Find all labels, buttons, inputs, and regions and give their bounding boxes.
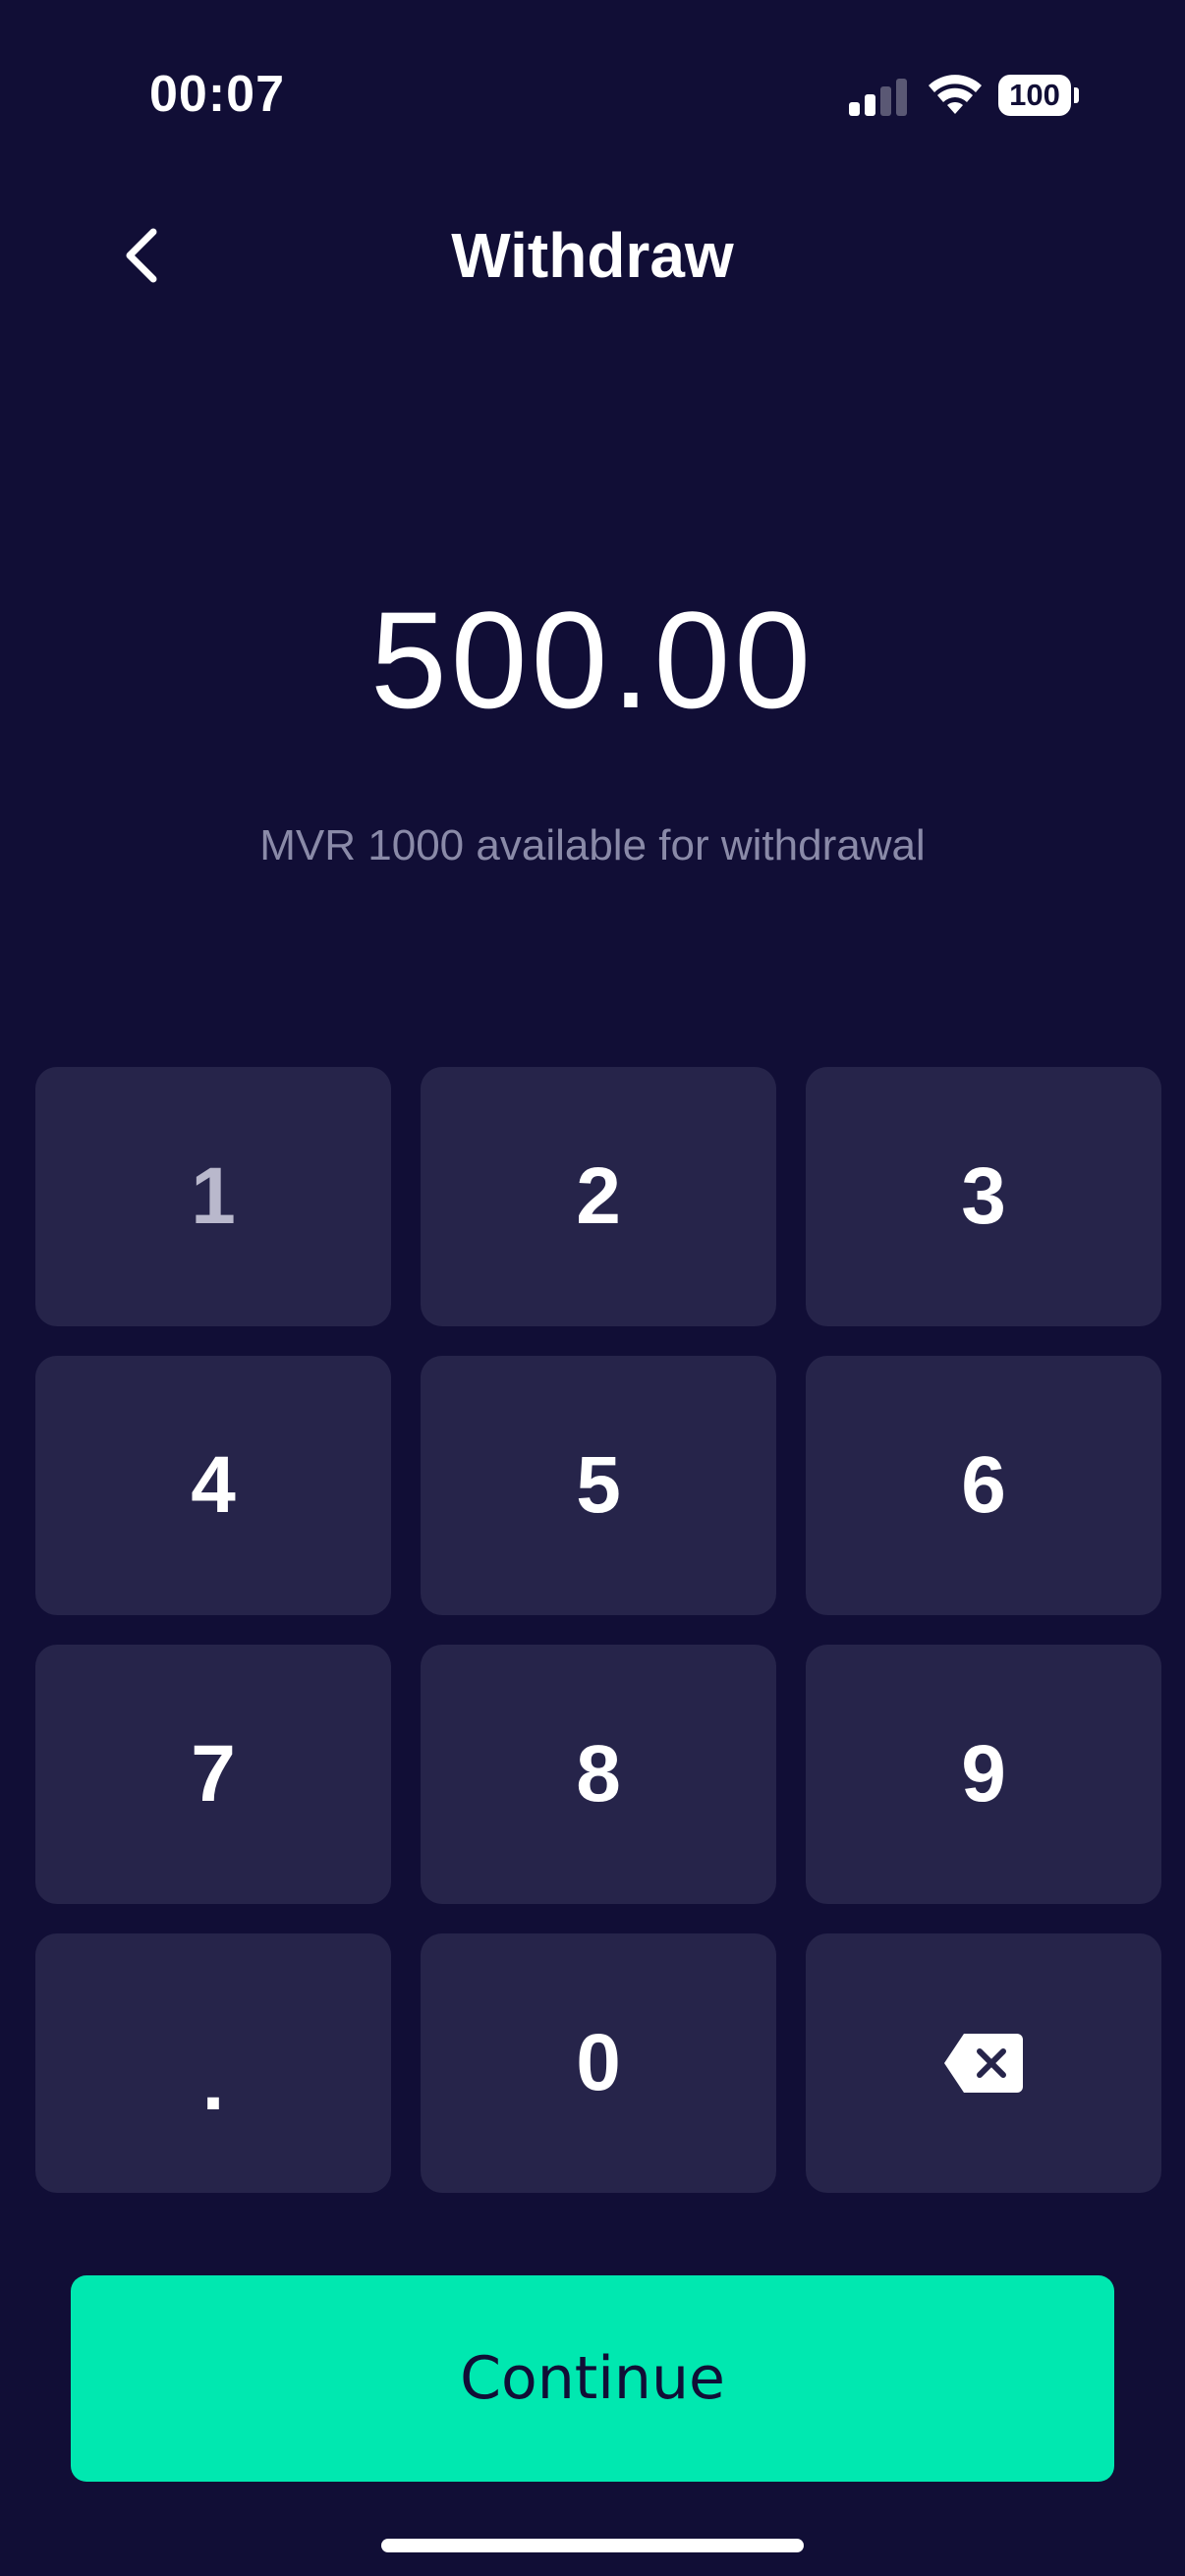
key-6[interactable]: 6 [806,1356,1161,1615]
key-9[interactable]: 9 [806,1645,1161,1904]
key-0[interactable]: 0 [421,1933,776,2193]
backspace-icon [944,2034,1023,2093]
home-indicator [381,2539,804,2552]
key-label: 7 [191,1729,236,1819]
key-decimal[interactable]: . [35,1933,391,2193]
key-5[interactable]: 5 [421,1356,776,1615]
header: Withdraw [0,187,1185,324]
key-label: 3 [961,1151,1006,1241]
cellular-signal-icon [849,77,908,116]
status-time: 00:07 [149,66,285,123]
battery-icon: 100 [998,75,1079,116]
key-3[interactable]: 3 [806,1067,1161,1326]
numeric-keypad: 1 2 3 4 5 6 7 8 9 . 0 [35,1067,1161,2193]
key-7[interactable]: 7 [35,1645,391,1904]
key-label: 4 [191,1440,236,1530]
amount-display: 500.00 [369,583,816,737]
key-label: 5 [576,1440,621,1530]
battery-level: 100 [998,75,1071,116]
key-label: 0 [576,2018,621,2107]
key-4[interactable]: 4 [35,1356,391,1615]
continue-button[interactable]: Continue [71,2275,1114,2482]
chevron-left-icon [126,228,157,283]
back-button[interactable] [106,216,185,295]
backspace-button[interactable] [806,1933,1161,2193]
key-label: 1 [191,1151,236,1241]
key-2[interactable]: 2 [421,1067,776,1326]
available-balance-text: MVR 1000 available for withdrawal [259,821,926,869]
key-1[interactable]: 1 [35,1067,391,1326]
wifi-icon [929,75,982,114]
key-label: 9 [961,1729,1006,1819]
key-label: 2 [576,1151,621,1241]
key-label: . [201,2038,225,2127]
key-label: 8 [576,1729,621,1819]
status-bar: 00:07 100 [0,0,1185,187]
key-8[interactable]: 8 [421,1645,776,1904]
key-label: 6 [961,1440,1006,1530]
